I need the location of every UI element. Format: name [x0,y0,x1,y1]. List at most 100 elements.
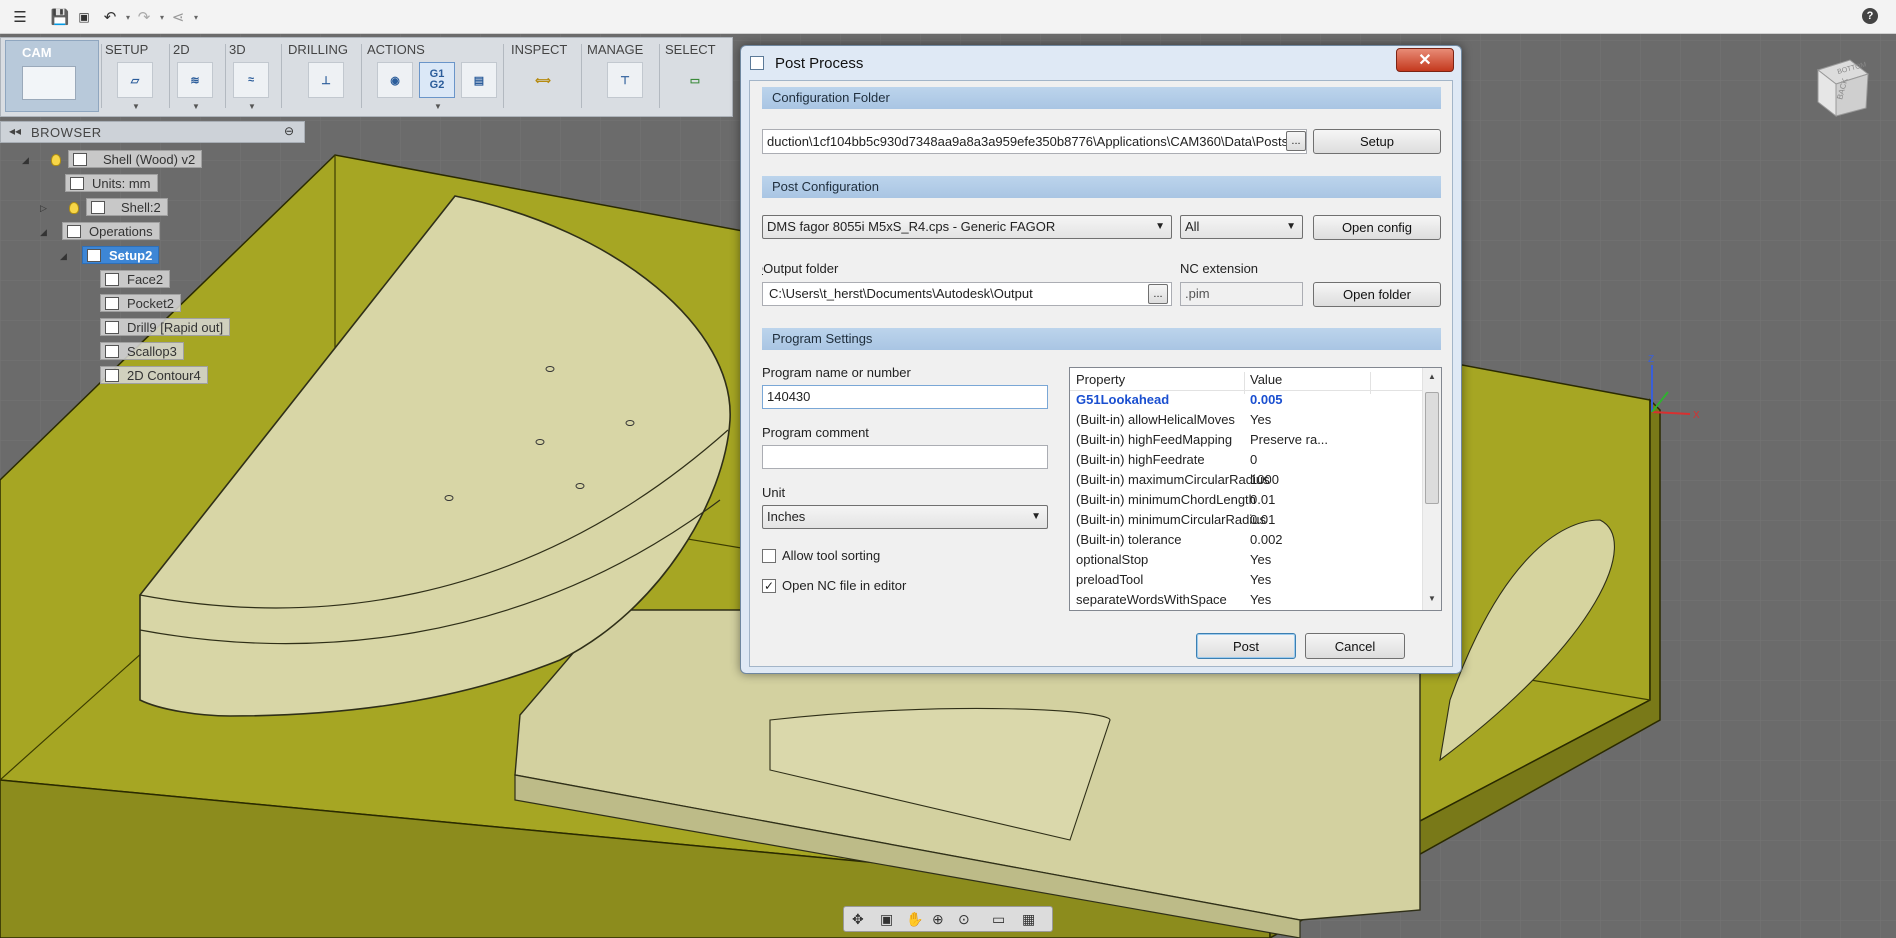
program-comment-input[interactable] [762,445,1048,469]
allow-tool-sorting-label[interactable]: Allow tool sorting [782,548,880,563]
browser-header[interactable]: ◂◂ BROWSER ⊖ [0,121,305,143]
unit-label: Unit [762,485,786,500]
config-folder-browse-button[interactable]: ... [1286,131,1306,151]
allow-tool-sorting-checkbox[interactable] [762,549,776,563]
group-label-setup: SETUP [105,42,149,57]
tree-item-operations[interactable]: Operations [62,222,160,240]
property-row[interactable]: (Built-in) minimumCircularRadius 0.01 [1070,510,1422,530]
operations-icon [67,224,81,238]
2d-adaptive-icon[interactable]: ≋ [177,62,213,98]
open-config-button[interactable]: Open config [1313,215,1441,240]
tree-item-face2[interactable]: Face2 [100,270,171,288]
post-process-icon[interactable]: G1 G2 [419,62,455,98]
share-dropdown-icon[interactable]: ▾ [186,7,206,27]
simulate-icon[interactable]: ◉ [377,62,413,98]
view-cube[interactable]: BOTTOM BACK [1810,56,1872,118]
post-process-dialog: Post Process ✕ Configuration Folder duct… [740,45,1462,674]
select-box-icon[interactable]: ▭ [677,62,713,98]
workspace-switcher[interactable]: CAM [5,40,99,112]
pan-icon[interactable]: ✋ [906,911,923,928]
property-row[interactable]: (Built-in) highFeedMapping Preserve ra... [1070,430,1422,450]
tree-item-pocket2[interactable]: Pocket2 [100,294,181,312]
drill-icon[interactable]: ⊥ [308,62,344,98]
dialog-title-bar[interactable]: Post Process ✕ [741,46,1461,80]
setup-sheet-icon[interactable]: ▤ [461,62,497,98]
open-nc-editor-label[interactable]: Open NC file in editor [782,578,906,593]
tree-item-2d-contour4[interactable]: 2D Contour4 [100,366,208,384]
browser-pin-icon[interactable]: ⊖ [284,124,294,138]
scroll-thumb[interactable] [1425,392,1439,504]
visibility-bulb-icon[interactable] [69,202,79,214]
orbit-icon[interactable]: ✥ [852,911,864,928]
3d-adaptive-icon[interactable]: ≈ [233,62,269,98]
column-property: Property [1076,372,1126,387]
workspace-label: CAM [22,45,52,60]
menu-icon[interactable]: ☰ [10,7,30,27]
config-folder-path[interactable]: duction\1cf104bb5c930d7348aa9a8a3a959efe… [762,129,1307,154]
dialog-client-area: Configuration Folder duction\1cf104bb5c9… [749,80,1453,667]
post-processor-value: DMS fagor 8055i M5xS_R4.cps - Generic FA… [767,219,1056,234]
tree-item-drill9[interactable]: Drill9 [Rapid out] [100,318,231,336]
expand-triangle-icon[interactable]: ◢ [22,155,29,166]
cancel-button[interactable]: Cancel [1305,633,1405,659]
program-name-input[interactable]: 140430 [762,385,1048,409]
scroll-down-icon[interactable]: ▼ [1428,594,1436,603]
group-label-2d: 2D [173,42,190,57]
redo-icon[interactable]: ↷ [134,7,154,27]
open-folder-button[interactable]: Open folder [1313,282,1441,307]
browser-title: BROWSER [31,125,102,140]
navigation-bar: ✥ ▣ ✋ ⊕ ⊙ ▭ ▦ [843,906,1053,932]
expand-triangle-icon[interactable]: ◢ [40,227,47,238]
open-nc-editor-checkbox[interactable]: ✓ [762,579,776,593]
display-settings-icon[interactable]: ▭ [992,911,1005,928]
nc-extension-field: .pim [1180,282,1303,306]
property-row[interactable]: (Built-in) minimumChordLength 0.01 [1070,490,1422,510]
section-config-folder: Configuration Folder [762,87,1441,109]
chevron-down-icon: ▼ [1031,511,1041,522]
measure-icon[interactable]: ⟺ [525,62,561,98]
property-row[interactable]: preloadTool Yes [1070,570,1422,590]
property-grid-scrollbar[interactable]: ▲ ▼ [1422,368,1441,610]
post-button[interactable]: Post [1196,633,1296,659]
property-row[interactable]: (Built-in) tolerance 0.002 [1070,530,1422,550]
save-as-icon[interactable]: ▣ [74,7,94,27]
tree-item-scallop3[interactable]: Scallop3 [100,342,184,360]
collapse-browser-icon[interactable]: ◂◂ [9,124,21,138]
tree-item-shell[interactable]: Shell:2 [86,198,168,216]
close-button[interactable]: ✕ [1396,48,1454,72]
property-grid[interactable]: Property Value G51Lookahead 0.005 (Built-… [1069,367,1442,611]
property-row[interactable]: (Built-in) maximumCircularRadius 1000 [1070,470,1422,490]
setup-button[interactable]: Setup [1313,129,1441,154]
scroll-up-icon[interactable]: ▲ [1428,372,1436,381]
property-row[interactable]: (Built-in) highFeedrate 0 [1070,450,1422,470]
tree-item-root[interactable]: Shell (Wood) v2 [68,150,203,168]
output-folder-input[interactable]: C:\Users\t_herst\Documents\Autodesk\Outp… [762,282,1172,306]
body-icon [91,200,105,214]
cam-workspace-icon [22,66,76,100]
tree-item-setup2[interactable]: Setup2 [82,246,160,264]
post-processor-select[interactable]: DMS fagor 8055i M5xS_R4.cps - Generic FA… [762,215,1172,239]
post-filter-select[interactable]: All ▼ [1180,215,1303,239]
property-row[interactable]: (Built-in) allowHelicalMoves Yes [1070,410,1422,430]
share-icon[interactable]: ⋖ [168,7,188,27]
fit-icon[interactable]: ⊙ [958,911,970,928]
look-at-icon[interactable]: ▣ [880,911,893,928]
property-row[interactable]: optionalStop Yes [1070,550,1422,570]
tree-item-units[interactable]: Units: mm [65,174,158,192]
nc-extension-label: NC extension [1180,261,1259,276]
visibility-bulb-icon[interactable] [51,154,61,166]
help-icon[interactable]: ? [1862,8,1878,24]
new-setup-icon[interactable]: ▱ [117,62,153,98]
expand-triangle-icon[interactable]: ◢ [60,251,67,262]
collapsed-triangle-icon[interactable]: ▷ [40,203,47,214]
tool-library-icon[interactable]: ⊤ [607,62,643,98]
output-folder-browse-button[interactable]: ... [1148,284,1168,304]
group-label-drilling: DRILLING [288,42,348,57]
save-icon[interactable]: 💾 [50,7,70,27]
zoom-icon[interactable]: ⊕ [932,911,944,928]
property-row[interactable]: separateWordsWithSpace Yes [1070,590,1422,610]
unit-select[interactable]: Inches ▼ [762,505,1048,529]
grid-settings-icon[interactable]: ▦ [1022,911,1035,928]
property-row[interactable]: G51Lookahead 0.005 [1070,390,1422,410]
undo-icon[interactable]: ↶ [100,7,120,27]
